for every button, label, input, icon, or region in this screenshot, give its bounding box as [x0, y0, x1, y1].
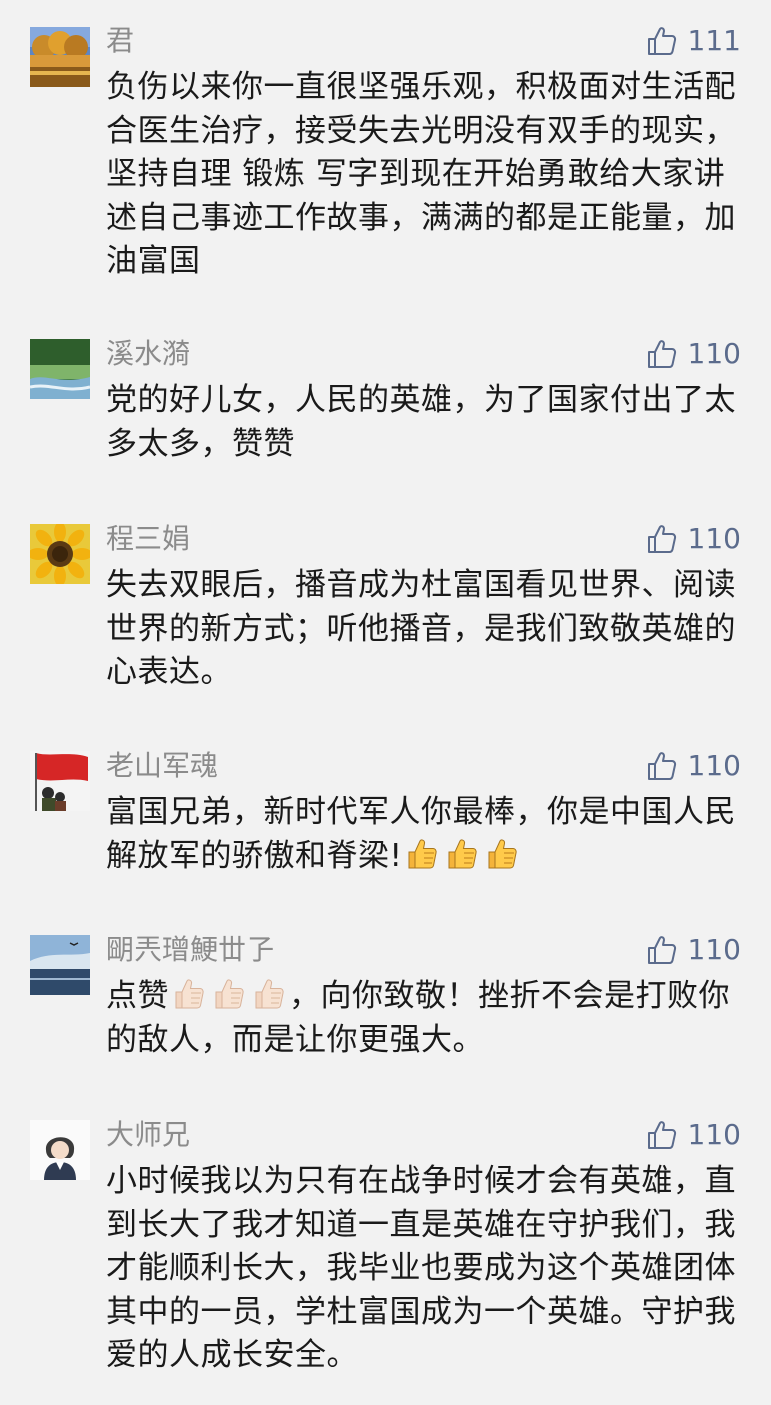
like-count: 111 [687, 24, 741, 57]
thumbs-up-outline-icon [646, 25, 678, 57]
comment-text: 点赞 ，向你致敬！挫折不会是打败你的敌人，而是让你更强大。 [106, 975, 746, 1062]
avatar[interactable] [30, 751, 90, 811]
username: 溪水漪 [106, 337, 191, 370]
avatar[interactable] [30, 1120, 90, 1180]
comment-text: 党的好儿女，人民的英雄，为了国家付出了太多太多，赞赞 [106, 382, 736, 462]
avatar[interactable] [30, 524, 90, 584]
avatar[interactable] [30, 339, 90, 399]
like-count: 110 [687, 1118, 741, 1151]
like-button[interactable]: 110 [646, 1118, 741, 1152]
like-button[interactable]: 110 [646, 522, 741, 556]
thumbs-up-outline-icon [646, 934, 678, 966]
like-count: 110 [687, 337, 741, 370]
thumbs-up-emoji [444, 836, 480, 872]
like-button[interactable]: 110 [646, 933, 741, 967]
like-button[interactable]: 110 [646, 749, 741, 783]
comment-text: 富国兄弟，新时代军人你最棒，你是中国人民解放军的骄傲和脊梁! [106, 791, 746, 878]
thumbs-up-outline-icon [646, 338, 678, 370]
username: 老山军魂 [106, 749, 219, 782]
thumbs-up-emoji [171, 976, 207, 1012]
thumbs-up-outline-icon [646, 523, 678, 555]
like-count: 110 [687, 522, 741, 555]
comment-text-prefix: 点赞 [106, 978, 169, 1014]
comment-text: 小时候我以为只有在战争时候才会有英雄，直到长大了我才知道一直是英雄在守护我们，我… [106, 1163, 736, 1373]
like-count: 110 [687, 749, 741, 782]
thumbs-up-outline-icon [646, 1119, 678, 1151]
comment-text: 负伤以来你一直很坚强乐观，积极面对生活配合医生治疗，接受失去光明没有双手的现实，… [106, 69, 736, 279]
username: 程三娟 [106, 522, 191, 555]
username: 朙兲璔鯁丗孒 [106, 933, 275, 966]
avatar[interactable] [30, 935, 90, 995]
thumbs-up-emoji [211, 976, 247, 1012]
avatar[interactable] [30, 27, 90, 87]
like-button[interactable]: 111 [646, 24, 741, 58]
username: 大师兄 [106, 1118, 191, 1151]
comment-text: 失去双眼后，播音成为杜富国看见世界、阅读世界的新方式；听他播音，是我们致敬英雄的… [106, 567, 736, 690]
username: 君 [106, 24, 135, 57]
thumbs-up-outline-icon [646, 750, 678, 782]
thumbs-up-emoji [484, 836, 520, 872]
like-count: 110 [687, 933, 741, 966]
thumbs-up-emoji [404, 836, 440, 872]
thumbs-up-emoji [251, 976, 287, 1012]
like-button[interactable]: 110 [646, 337, 741, 371]
